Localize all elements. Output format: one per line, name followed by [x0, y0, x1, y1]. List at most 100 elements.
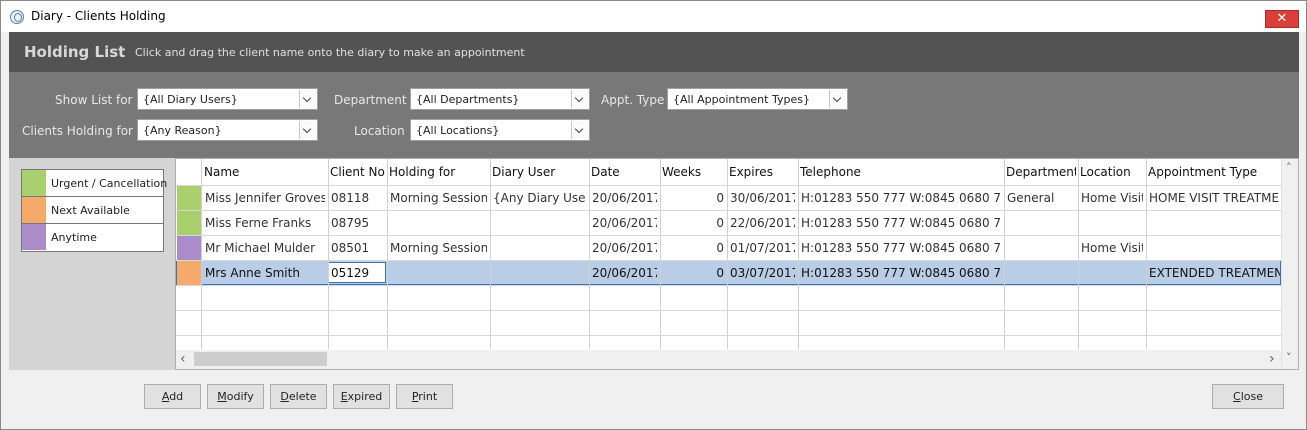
grid-cell: 20/06/2017: [592, 266, 657, 280]
window-close-button[interactable]: ✕: [1265, 10, 1299, 28]
clients-holding-for-label: Clients Holding for: [22, 124, 133, 138]
grid-column-divider: [727, 159, 728, 349]
grid-row-divider: [176, 235, 1281, 236]
grid-cell: 08795: [331, 216, 370, 230]
chevron-down-icon[interactable]: [571, 90, 588, 108]
expired-button-label: xpired: [347, 390, 383, 403]
grid-cell: Morning Session: [390, 191, 487, 205]
grid-column-divider: [1078, 159, 1079, 349]
grid-row-divider: [176, 260, 1281, 261]
legend-swatch: [22, 224, 46, 250]
grid-row-divider: [176, 310, 1281, 311]
grid-cell: 08118: [331, 191, 370, 205]
grid-column-divider: [387, 159, 388, 349]
column-header[interactable]: Client No: [330, 165, 385, 179]
department-dropdown[interactable]: {All Departments}: [410, 88, 590, 110]
row-priority-swatch: [177, 186, 201, 210]
show-list-for-dropdown[interactable]: {All Diary Users}: [137, 88, 318, 110]
grid-cell: 08501: [331, 241, 370, 255]
scroll-thumb[interactable]: [194, 352, 327, 366]
diary-clients-holding-window: Diary - Clients Holding ✕ Holding List C…: [0, 0, 1307, 430]
column-header[interactable]: Diary User: [492, 165, 587, 179]
chevron-down-icon[interactable]: [299, 121, 316, 139]
grid-cell[interactable]: Miss Jennifer Groves: [205, 191, 325, 205]
delete-button[interactable]: Delete: [270, 384, 327, 409]
add-button[interactable]: Add: [144, 384, 201, 409]
column-header[interactable]: Appointment Type: [1148, 165, 1281, 179]
grid-cell: Home Visit: [1081, 191, 1143, 205]
scroll-right-icon[interactable]: ›: [1269, 351, 1275, 367]
grid-cell: H:01283 550 777 W:0845 0680 777: [801, 241, 1001, 255]
grid-cell[interactable]: Miss Ferne Franks: [205, 216, 325, 230]
scroll-up-icon[interactable]: ˄: [1286, 161, 1292, 174]
clients-holding-for-value: {Any Reason}: [143, 124, 222, 137]
show-list-for-label: Show List for: [55, 93, 133, 107]
delete-button-mnemonic: D: [280, 390, 289, 403]
grid-cell: H:01283 550 777 W:0845 0680 777: [801, 266, 1001, 280]
grid-row-divider: [176, 285, 1281, 286]
close-button[interactable]: Close: [1212, 384, 1284, 409]
print-button-label: rint: [418, 390, 438, 403]
holding-list-grid[interactable]: Name Client No Holding for Diary User Date We…: [175, 158, 1299, 370]
column-header[interactable]: Department: [1006, 165, 1076, 179]
scroll-down-icon[interactable]: ˅: [1286, 351, 1292, 364]
grid-row-divider: [176, 185, 1281, 186]
grid-cell: {Any Diary User}: [493, 191, 586, 205]
print-button[interactable]: Print: [396, 384, 453, 409]
chevron-down-icon[interactable]: [829, 90, 846, 108]
row-priority-swatch: [177, 261, 201, 285]
holding-list-header: Holding List Click and drag the client n…: [9, 32, 1299, 72]
column-header[interactable]: Telephone: [800, 165, 1002, 179]
grid-cell: Morning Session: [390, 241, 487, 255]
grid-cell: 03/07/2017: [730, 266, 795, 280]
button-bar: Add Modify Delete Expired Print Close: [9, 370, 1299, 424]
grid-cell: 05129: [331, 266, 370, 280]
column-header[interactable]: Location: [1080, 165, 1144, 179]
column-header[interactable]: Weeks: [662, 165, 725, 179]
expired-button-mnemonic: E: [340, 390, 348, 403]
department-label: Department: [334, 93, 407, 107]
chevron-down-icon[interactable]: [571, 121, 588, 139]
legend-item-next-available: Next Available: [22, 197, 163, 224]
grid-column-divider: [1004, 159, 1005, 349]
grid-column-divider: [328, 159, 329, 349]
instruction-text: Click and drag the client name onto the …: [135, 46, 525, 59]
scroll-left-icon[interactable]: ‹: [180, 351, 186, 367]
filter-panel: Show List for {All Diary Users} Departme…: [9, 72, 1299, 158]
legend-item-anytime: Anytime: [22, 224, 163, 251]
legend-swatch: [22, 170, 46, 196]
grid-cell[interactable]: Mrs Anne Smith: [205, 266, 325, 280]
clients-holding-for-dropdown[interactable]: {Any Reason}: [137, 119, 318, 141]
add-button-label: dd: [169, 390, 184, 403]
close-button-label: lose: [1240, 390, 1263, 403]
department-value: {All Departments}: [416, 93, 520, 106]
horizontal-scrollbar[interactable]: ‹ ›: [176, 350, 1281, 369]
appt-type-dropdown[interactable]: {All Appointment Types}: [667, 88, 848, 110]
column-header[interactable]: Expires: [729, 165, 796, 179]
chevron-down-icon[interactable]: [299, 90, 316, 108]
grid-column-divider: [1146, 159, 1147, 349]
title-bar: Diary - Clients Holding ✕: [1, 1, 1306, 32]
grid-cell: 20/06/2017: [592, 191, 657, 205]
show-list-for-value: {All Diary Users}: [143, 93, 238, 106]
grid-column-divider: [589, 159, 590, 349]
row-priority-swatch: [177, 236, 201, 260]
grid-cell: 0: [716, 266, 724, 280]
expired-button[interactable]: Expired: [333, 384, 390, 409]
grid-row-divider: [176, 210, 1281, 211]
appt-type-label: Appt. Type: [601, 93, 665, 107]
grid-cell: HOME VISIT TREATMENT: [1149, 191, 1280, 205]
location-value: {All Locations}: [416, 124, 500, 137]
legend-label: Next Available: [51, 204, 130, 217]
modify-button[interactable]: Modify: [207, 384, 264, 409]
column-header[interactable]: Holding for: [389, 165, 488, 179]
location-dropdown[interactable]: {All Locations}: [410, 119, 590, 141]
column-header[interactable]: Name: [204, 165, 326, 179]
modify-button-label: odify: [226, 390, 254, 403]
page-title: Holding List: [24, 43, 126, 61]
grid-cell: 22/06/2017: [730, 216, 795, 230]
grid-cell[interactable]: Mr Michael Mulder: [205, 241, 325, 255]
grid-cell: Home Visit: [1081, 241, 1143, 255]
column-header[interactable]: Date: [591, 165, 658, 179]
vertical-scrollbar[interactable]: ˄ ˅: [1281, 159, 1298, 369]
